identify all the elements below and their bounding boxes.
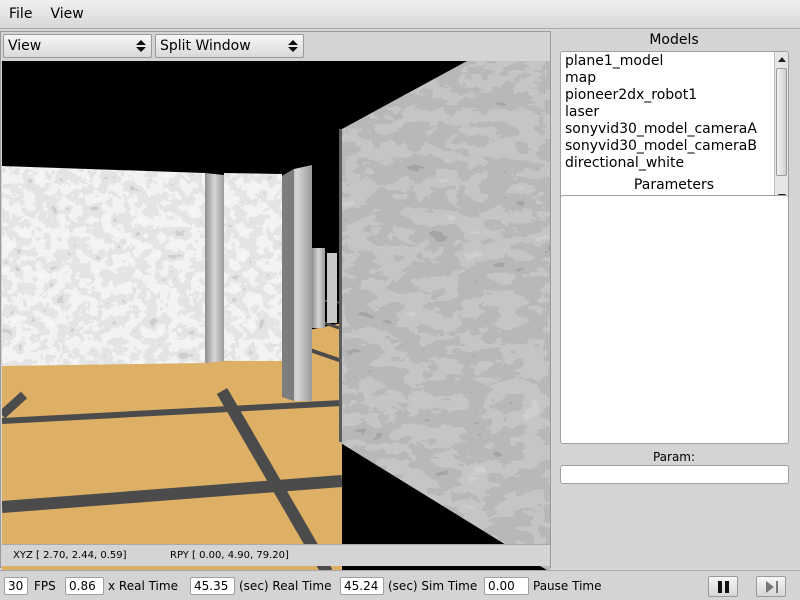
- fps-field: 30: [4, 577, 28, 595]
- side-panel: Models plane1_model map pioneer2dx_robot…: [554, 31, 800, 568]
- menu-view[interactable]: View: [41, 0, 92, 29]
- step-button[interactable]: [756, 576, 786, 597]
- models-title: Models: [649, 32, 699, 48]
- scene-render: [2, 61, 550, 572]
- updown-arrows-icon: [136, 40, 146, 52]
- sim-time-field: 45.24: [340, 577, 384, 595]
- view-select-label: View: [8, 38, 42, 54]
- sim-time-label: (sec) Sim Time: [388, 579, 478, 593]
- distant-wall: [327, 253, 337, 323]
- updown-arrows-icon: [288, 40, 298, 52]
- scroll-thumb[interactable]: [776, 68, 787, 176]
- parameters-title: Parameters: [633, 177, 715, 193]
- menu-bar: File View: [0, 0, 800, 29]
- left-wall: [2, 166, 205, 366]
- real-time-label: (sec) Real Time: [239, 579, 332, 593]
- list-item[interactable]: plane1_model: [561, 53, 773, 70]
- pause-time-field: 0.00: [484, 577, 529, 595]
- parameters-list[interactable]: [560, 195, 789, 444]
- real-time-field: 45.35: [190, 577, 235, 595]
- scroll-up-icon[interactable]: [777, 55, 787, 65]
- pillar-1: [205, 173, 224, 363]
- pause-button[interactable]: [708, 576, 738, 597]
- render-panel: View Split Window XYZ [2.70, 2.44, 0.59…: [0, 31, 551, 572]
- step-forward-icon: [766, 581, 778, 593]
- pause-time-label: Pause Time: [533, 579, 602, 593]
- pose-readout: XYZ [ 2.70, 2.44, 0.59] RPY [ 0.00, 4.90…: [2, 544, 550, 566]
- rpy-readout: RPY [ 0.00, 4.90, 79.20]: [170, 550, 289, 561]
- view-select[interactable]: View: [3, 34, 152, 58]
- models-items: plane1_model map pioneer2dx_robot1 laser…: [561, 53, 773, 172]
- list-item[interactable]: sonyvid30_model_cameraB: [561, 138, 773, 155]
- menu-file[interactable]: File: [0, 0, 41, 29]
- status-bar: 30 FPS 0.86 x Real Time 45.35 (sec) Real…: [0, 570, 800, 600]
- param-label: Param:: [652, 450, 696, 464]
- distant-pillar: [312, 248, 325, 328]
- 3d-viewport[interactable]: [2, 61, 550, 572]
- pause-icon: [718, 581, 729, 593]
- real-time-factor-field: 0.86: [65, 577, 104, 595]
- xyz-readout: XYZ [ 2.70, 2.44, 0.59]: [13, 550, 127, 561]
- param-input[interactable]: [560, 465, 789, 484]
- list-item[interactable]: map: [561, 70, 773, 87]
- fps-label: FPS: [34, 579, 56, 593]
- layout-select[interactable]: Split Window: [155, 34, 304, 58]
- list-item[interactable]: laser: [561, 104, 773, 121]
- list-item[interactable]: directional_white: [561, 155, 773, 172]
- list-item[interactable]: pioneer2dx_robot1: [561, 87, 773, 104]
- real-time-factor-label: x Real Time: [108, 579, 178, 593]
- list-item[interactable]: sonyvid30_model_cameraA: [561, 121, 773, 138]
- middle-wall: [224, 173, 282, 361]
- layout-select-label: Split Window: [160, 38, 251, 54]
